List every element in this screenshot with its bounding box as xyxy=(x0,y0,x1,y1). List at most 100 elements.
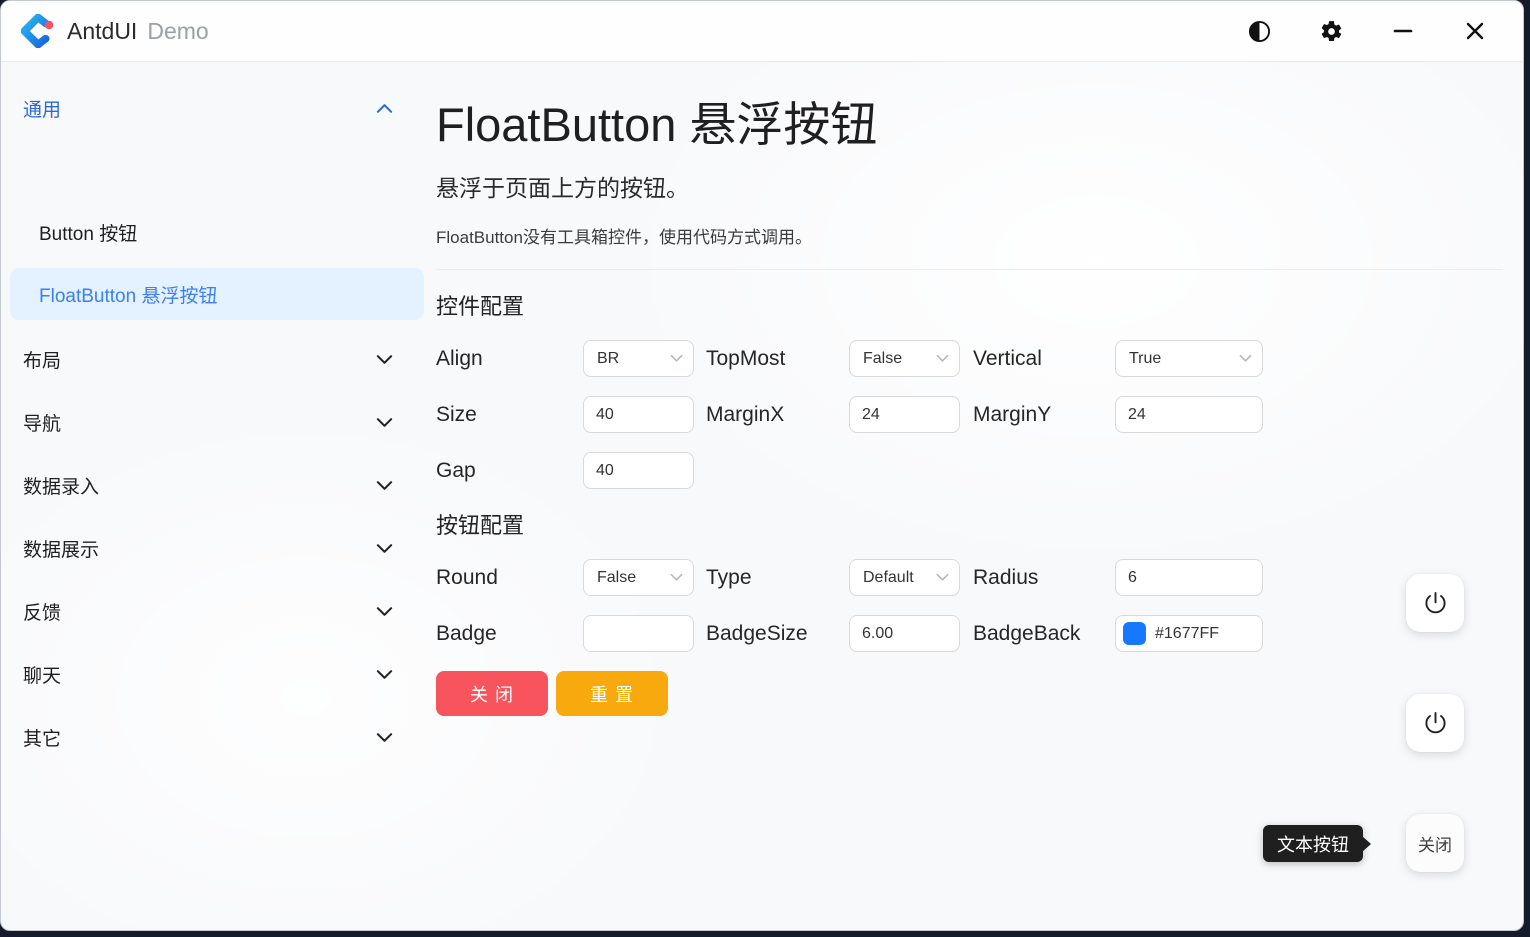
action-buttons: 关 闭 重 置 xyxy=(436,671,1523,716)
sidebar-group-general[interactable]: 通用 xyxy=(1,88,433,128)
section-title-control-config: 控件配置 xyxy=(436,289,1523,321)
sidebar-group-label: 其它 xyxy=(23,724,61,751)
field-label-size: Size xyxy=(436,403,583,427)
chevron-down-icon xyxy=(936,573,949,582)
tooltip-label: 文本按钮 xyxy=(1277,831,1349,857)
sidebar-item-label: FloatButton 悬浮按钮 xyxy=(39,281,217,308)
section-title-button-config: 按钮配置 xyxy=(436,508,1523,540)
page-title: FloatButton 悬浮按钮 xyxy=(436,86,1523,155)
chevron-down-icon xyxy=(670,354,683,363)
sidebar-item-button[interactable]: Button 按钮 xyxy=(10,206,424,258)
titlebar-actions xyxy=(1223,1,1511,61)
field-label-marginy: MarginY xyxy=(973,403,1115,427)
field-label-badgeback: BadgeBack xyxy=(973,622,1115,646)
main-content: FloatButton 悬浮按钮 悬浮于页面上方的按钮。 FloatButton… xyxy=(436,62,1523,930)
float-power-button-1[interactable] xyxy=(1406,574,1464,632)
form-row: Align BR TopMost False Vertical True xyxy=(436,340,1523,377)
sidebar-group-label: 导航 xyxy=(23,409,61,436)
sidebar-group-navigation[interactable]: 导航 xyxy=(1,402,433,442)
chevron-down-icon xyxy=(376,480,393,491)
app-name: AntdUI xyxy=(67,18,137,45)
vertical-select[interactable]: True xyxy=(1115,340,1263,377)
sidebar-group-label: 数据录入 xyxy=(23,472,99,499)
tooltip-text-button: 文本按钮 xyxy=(1263,825,1363,862)
sidebar-group-layout[interactable]: 布局 xyxy=(1,339,433,379)
chevron-up-icon xyxy=(376,103,393,114)
topmost-select[interactable]: False xyxy=(849,340,960,377)
float-button-label: 关闭 xyxy=(1418,831,1452,856)
form-row: Size MarginX MarginY xyxy=(436,396,1523,433)
float-power-button-2[interactable] xyxy=(1406,694,1464,752)
sidebar: 通用 Button 按钮 FloatButton 悬浮按钮 布局 导航 数据录入… xyxy=(1,62,433,930)
tooltip-arrow xyxy=(1362,836,1371,852)
sidebar-item-label: Button 按钮 xyxy=(39,219,137,246)
power-icon xyxy=(1422,710,1449,737)
round-select[interactable]: False xyxy=(583,559,694,596)
field-label-badge: Badge xyxy=(436,622,583,646)
sidebar-group-label: 数据展示 xyxy=(23,535,99,562)
badge-input[interactable] xyxy=(583,615,694,652)
color-swatch[interactable] xyxy=(1123,622,1146,645)
sidebar-group-chat[interactable]: 聊天 xyxy=(1,654,433,694)
type-select[interactable]: Default xyxy=(849,559,960,596)
sidebar-group-label: 布局 xyxy=(23,346,61,373)
sidebar-item-floatbutton[interactable]: FloatButton 悬浮按钮 xyxy=(10,268,424,320)
select-value: BR xyxy=(597,350,619,368)
chevron-down-icon xyxy=(376,543,393,554)
close-button[interactable]: 关 闭 xyxy=(436,671,548,716)
power-icon xyxy=(1422,590,1449,617)
field-label-vertical: Vertical xyxy=(973,347,1115,371)
sidebar-group-other[interactable]: 其它 xyxy=(1,717,433,757)
badgeback-color-field[interactable]: #1677FF xyxy=(1115,615,1263,652)
marginx-input[interactable] xyxy=(849,396,960,433)
select-value: True xyxy=(1129,350,1161,368)
app-window: AntdUI Demo 通用 xyxy=(0,0,1524,931)
field-label-badgesize: BadgeSize xyxy=(706,622,849,646)
select-value: Default xyxy=(863,569,914,587)
chevron-down-icon xyxy=(376,417,393,428)
page-description: FloatButton没有工具箱控件，使用代码方式调用。 xyxy=(436,223,1523,248)
close-icon[interactable] xyxy=(1451,9,1499,53)
field-label-marginx: MarginX xyxy=(706,403,849,427)
chevron-down-icon xyxy=(376,669,393,680)
settings-gear-icon[interactable] xyxy=(1307,9,1355,53)
chevron-down-icon xyxy=(376,606,393,617)
reset-button[interactable]: 重 置 xyxy=(556,671,668,716)
field-label-type: Type xyxy=(706,566,849,590)
page-subtitle: 悬浮于页面上方的按钮。 xyxy=(436,169,1523,203)
divider xyxy=(436,269,1503,270)
form-row: Round False Type Default Radius xyxy=(436,559,1523,596)
field-label-gap: Gap xyxy=(436,459,583,483)
theme-contrast-icon[interactable] xyxy=(1235,9,1283,53)
gap-input[interactable] xyxy=(583,452,694,489)
app-mode-label: Demo xyxy=(147,18,208,45)
size-input[interactable] xyxy=(583,396,694,433)
chevron-down-icon xyxy=(376,354,393,365)
sidebar-group-data-entry[interactable]: 数据录入 xyxy=(1,465,433,505)
form-row: Badge BadgeSize BadgeBack #1677FF xyxy=(436,615,1523,652)
select-value: False xyxy=(597,569,636,587)
badgesize-input[interactable] xyxy=(849,615,960,652)
sidebar-group-label: 通用 xyxy=(23,95,61,122)
form-row: Gap xyxy=(436,452,1523,489)
field-label-radius: Radius xyxy=(973,566,1115,590)
chevron-down-icon xyxy=(1239,354,1252,363)
chevron-down-icon xyxy=(936,354,949,363)
field-label-round: Round xyxy=(436,566,583,590)
radius-input[interactable] xyxy=(1115,559,1263,596)
chevron-down-icon xyxy=(670,573,683,582)
sidebar-group-data-display[interactable]: 数据展示 xyxy=(1,528,433,568)
chevron-down-icon xyxy=(376,732,393,743)
sidebar-group-label: 聊天 xyxy=(23,661,61,688)
float-close-text-button[interactable]: 关闭 xyxy=(1406,814,1464,872)
color-hex-value: #1677FF xyxy=(1155,625,1219,643)
sidebar-group-label: 反馈 xyxy=(23,598,61,625)
marginy-input[interactable] xyxy=(1115,396,1263,433)
antdui-logo-icon xyxy=(21,14,55,48)
titlebar: AntdUI Demo xyxy=(1,1,1523,62)
select-value: False xyxy=(863,350,902,368)
minimize-icon[interactable] xyxy=(1379,9,1427,53)
field-label-topmost: TopMost xyxy=(706,347,849,371)
sidebar-group-feedback[interactable]: 反馈 xyxy=(1,591,433,631)
align-select[interactable]: BR xyxy=(583,340,694,377)
